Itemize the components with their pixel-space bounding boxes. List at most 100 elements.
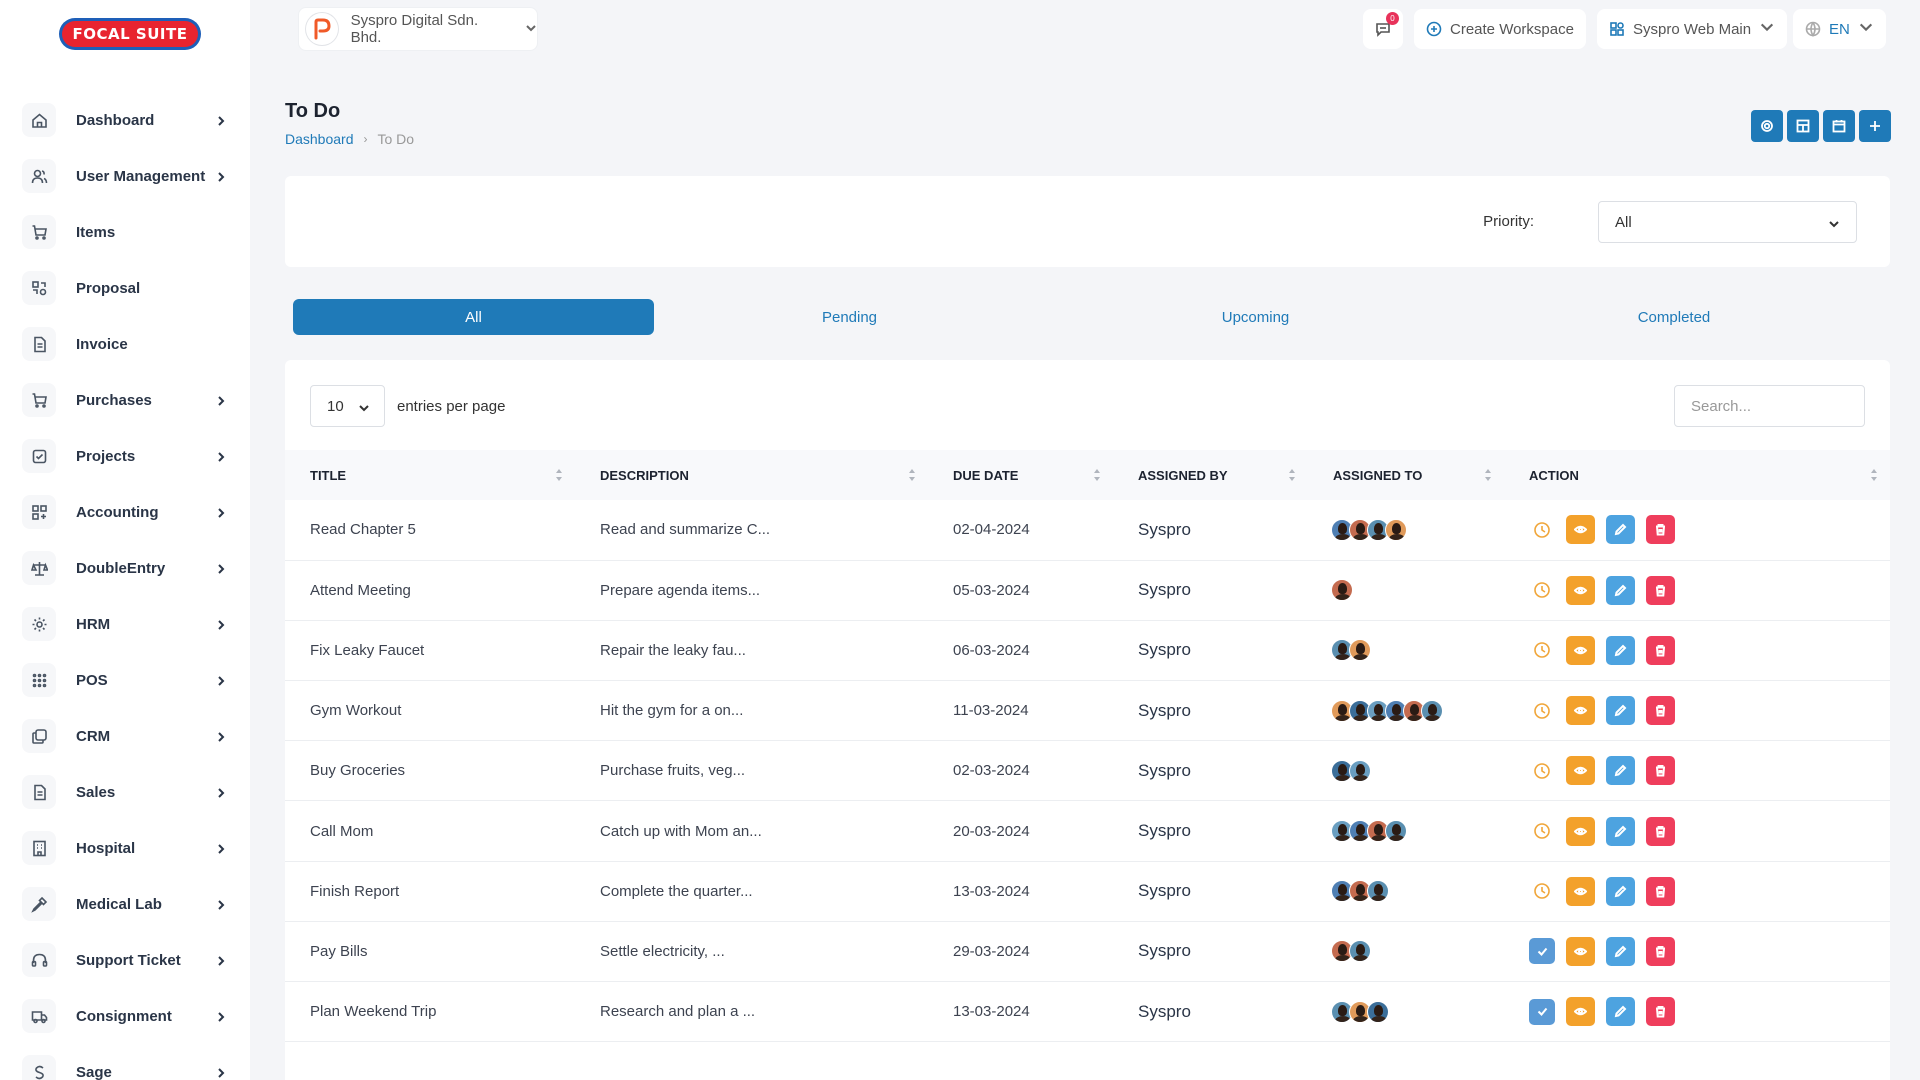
trash-icon: [1656, 945, 1665, 958]
clock-icon[interactable]: [1529, 696, 1555, 725]
view-button[interactable]: [1566, 876, 1595, 906]
view-button[interactable]: [1566, 575, 1595, 605]
view-button[interactable]: [1566, 936, 1595, 966]
edit-button[interactable]: [1606, 876, 1635, 906]
completed-check-icon[interactable]: [1529, 998, 1555, 1025]
sidebar-item-medical-lab[interactable]: Medical Lab: [0, 876, 250, 932]
edit-button[interactable]: [1606, 696, 1635, 726]
delete-button[interactable]: [1646, 696, 1675, 726]
view-button[interactable]: [1566, 515, 1595, 545]
todo-actions: [1504, 500, 1890, 560]
completed-check-icon[interactable]: [1529, 938, 1555, 965]
edit-button[interactable]: [1606, 635, 1635, 665]
sidebar-item-accounting[interactable]: Accounting: [0, 484, 250, 540]
add-todo-button[interactable]: [1859, 110, 1891, 142]
avatar[interactable]: [1349, 940, 1371, 963]
sidebar-item-projects[interactable]: Projects: [0, 428, 250, 484]
sidebar-item-crm[interactable]: CRM: [0, 708, 250, 764]
view-button[interactable]: [1566, 816, 1595, 846]
tab-completed[interactable]: Completed: [1466, 299, 1882, 335]
building-icon: [22, 831, 56, 865]
todo-title: Gym Workout: [310, 702, 402, 720]
todo-actions: [1504, 861, 1890, 921]
workspace-switcher[interactable]: Syspro Web Main: [1597, 9, 1788, 49]
delete-button[interactable]: [1646, 936, 1675, 966]
avatar[interactable]: [1385, 518, 1407, 541]
sidebar-item-items[interactable]: Items: [0, 204, 250, 260]
column-header-assigned-to[interactable]: ASSIGNED TO: [1308, 450, 1504, 500]
create-workspace-button[interactable]: Create Workspace: [1414, 9, 1586, 49]
view-button[interactable]: [1566, 696, 1595, 726]
delete-button[interactable]: [1646, 575, 1675, 605]
edit-button[interactable]: [1606, 575, 1635, 605]
todo-description: Repair the leaky fau...: [600, 641, 746, 659]
avatar[interactable]: [1331, 579, 1353, 602]
clock-icon[interactable]: [1529, 636, 1555, 665]
delete-button[interactable]: [1646, 816, 1675, 846]
settings-button[interactable]: [1751, 110, 1783, 142]
sidebar-item-purchases[interactable]: Purchases: [0, 372, 250, 428]
column-header-description[interactable]: DESCRIPTION: [575, 450, 928, 500]
column-header-action[interactable]: ACTION: [1504, 450, 1890, 500]
sidebar-item-doubleentry[interactable]: DoubleEntry: [0, 540, 250, 596]
sidebar-item-user-management[interactable]: User Management: [0, 148, 250, 204]
hrm-icon: [22, 607, 56, 641]
edit-button[interactable]: [1606, 997, 1635, 1027]
avatar[interactable]: [1349, 639, 1371, 662]
sidebar-item-sales[interactable]: Sales: [0, 764, 250, 820]
delete-button[interactable]: [1646, 997, 1675, 1027]
priority-select[interactable]: All: [1598, 201, 1857, 243]
delete-button[interactable]: [1646, 515, 1675, 545]
sidebar-item-dashboard[interactable]: Dashboard: [0, 92, 250, 148]
breadcrumb-home-link[interactable]: Dashboard: [285, 131, 354, 147]
avatar[interactable]: [1421, 699, 1443, 722]
todo-title: Finish Report: [310, 882, 400, 900]
edit-button[interactable]: [1606, 936, 1635, 966]
grid-view-button[interactable]: [1787, 110, 1819, 142]
workspace-name: Syspro Web Main: [1633, 20, 1752, 38]
delete-button[interactable]: [1646, 876, 1675, 906]
edit-button[interactable]: [1606, 756, 1635, 786]
edit-button[interactable]: [1606, 515, 1635, 545]
avatar[interactable]: [1385, 820, 1407, 843]
view-button[interactable]: [1566, 997, 1595, 1027]
calendar-view-button[interactable]: [1823, 110, 1855, 142]
todo-due-date: 20-03-2024: [953, 822, 1030, 840]
edit-button[interactable]: [1606, 816, 1635, 846]
avatar[interactable]: [1349, 759, 1371, 782]
clock-icon[interactable]: [1529, 877, 1555, 906]
clock-icon[interactable]: [1529, 817, 1555, 846]
app-logo[interactable]: FOCAL SUITE: [62, 21, 198, 47]
clock-icon[interactable]: [1529, 756, 1555, 785]
sidebar-item-hospital[interactable]: Hospital: [0, 820, 250, 876]
clock-icon[interactable]: [1529, 576, 1555, 605]
tab-all[interactable]: All: [293, 299, 654, 335]
tab-pending[interactable]: Pending: [654, 299, 1045, 335]
delete-button[interactable]: [1646, 635, 1675, 665]
sidebar-item-pos[interactable]: POS: [0, 652, 250, 708]
tab-upcoming[interactable]: Upcoming: [1045, 299, 1466, 335]
todo-assigned-by: Syspro: [1138, 1001, 1191, 1021]
avatar[interactable]: [1367, 1000, 1389, 1023]
notifications-button[interactable]: 0: [1363, 9, 1403, 49]
column-header-assigned-by[interactable]: ASSIGNED BY: [1113, 450, 1308, 500]
delete-button[interactable]: [1646, 756, 1675, 786]
entries-per-page-select[interactable]: 10: [310, 385, 385, 427]
sidebar-item-invoice[interactable]: Invoice: [0, 316, 250, 372]
sidebar-item-proposal[interactable]: Proposal: [0, 260, 250, 316]
column-header-label: DESCRIPTION: [600, 467, 689, 483]
view-button[interactable]: [1566, 635, 1595, 665]
column-header-due-date[interactable]: DUE DATE: [928, 450, 1113, 500]
company-switcher[interactable]: Syspro Digital Sdn. Bhd.: [298, 7, 538, 51]
sidebar-item-consignment[interactable]: Consignment: [0, 988, 250, 1044]
avatar[interactable]: [1367, 880, 1389, 903]
view-button[interactable]: [1566, 756, 1595, 786]
todo-assigned-to: [1308, 921, 1504, 981]
language-switcher[interactable]: EN: [1793, 9, 1886, 49]
search-input[interactable]: [1674, 385, 1865, 427]
sidebar-item-sage[interactable]: Sage: [0, 1044, 250, 1080]
clock-icon[interactable]: [1529, 515, 1555, 544]
column-header-title[interactable]: TITLE: [285, 450, 575, 500]
sidebar-item-hrm[interactable]: HRM: [0, 596, 250, 652]
sidebar-item-support-ticket[interactable]: Support Ticket: [0, 932, 250, 988]
